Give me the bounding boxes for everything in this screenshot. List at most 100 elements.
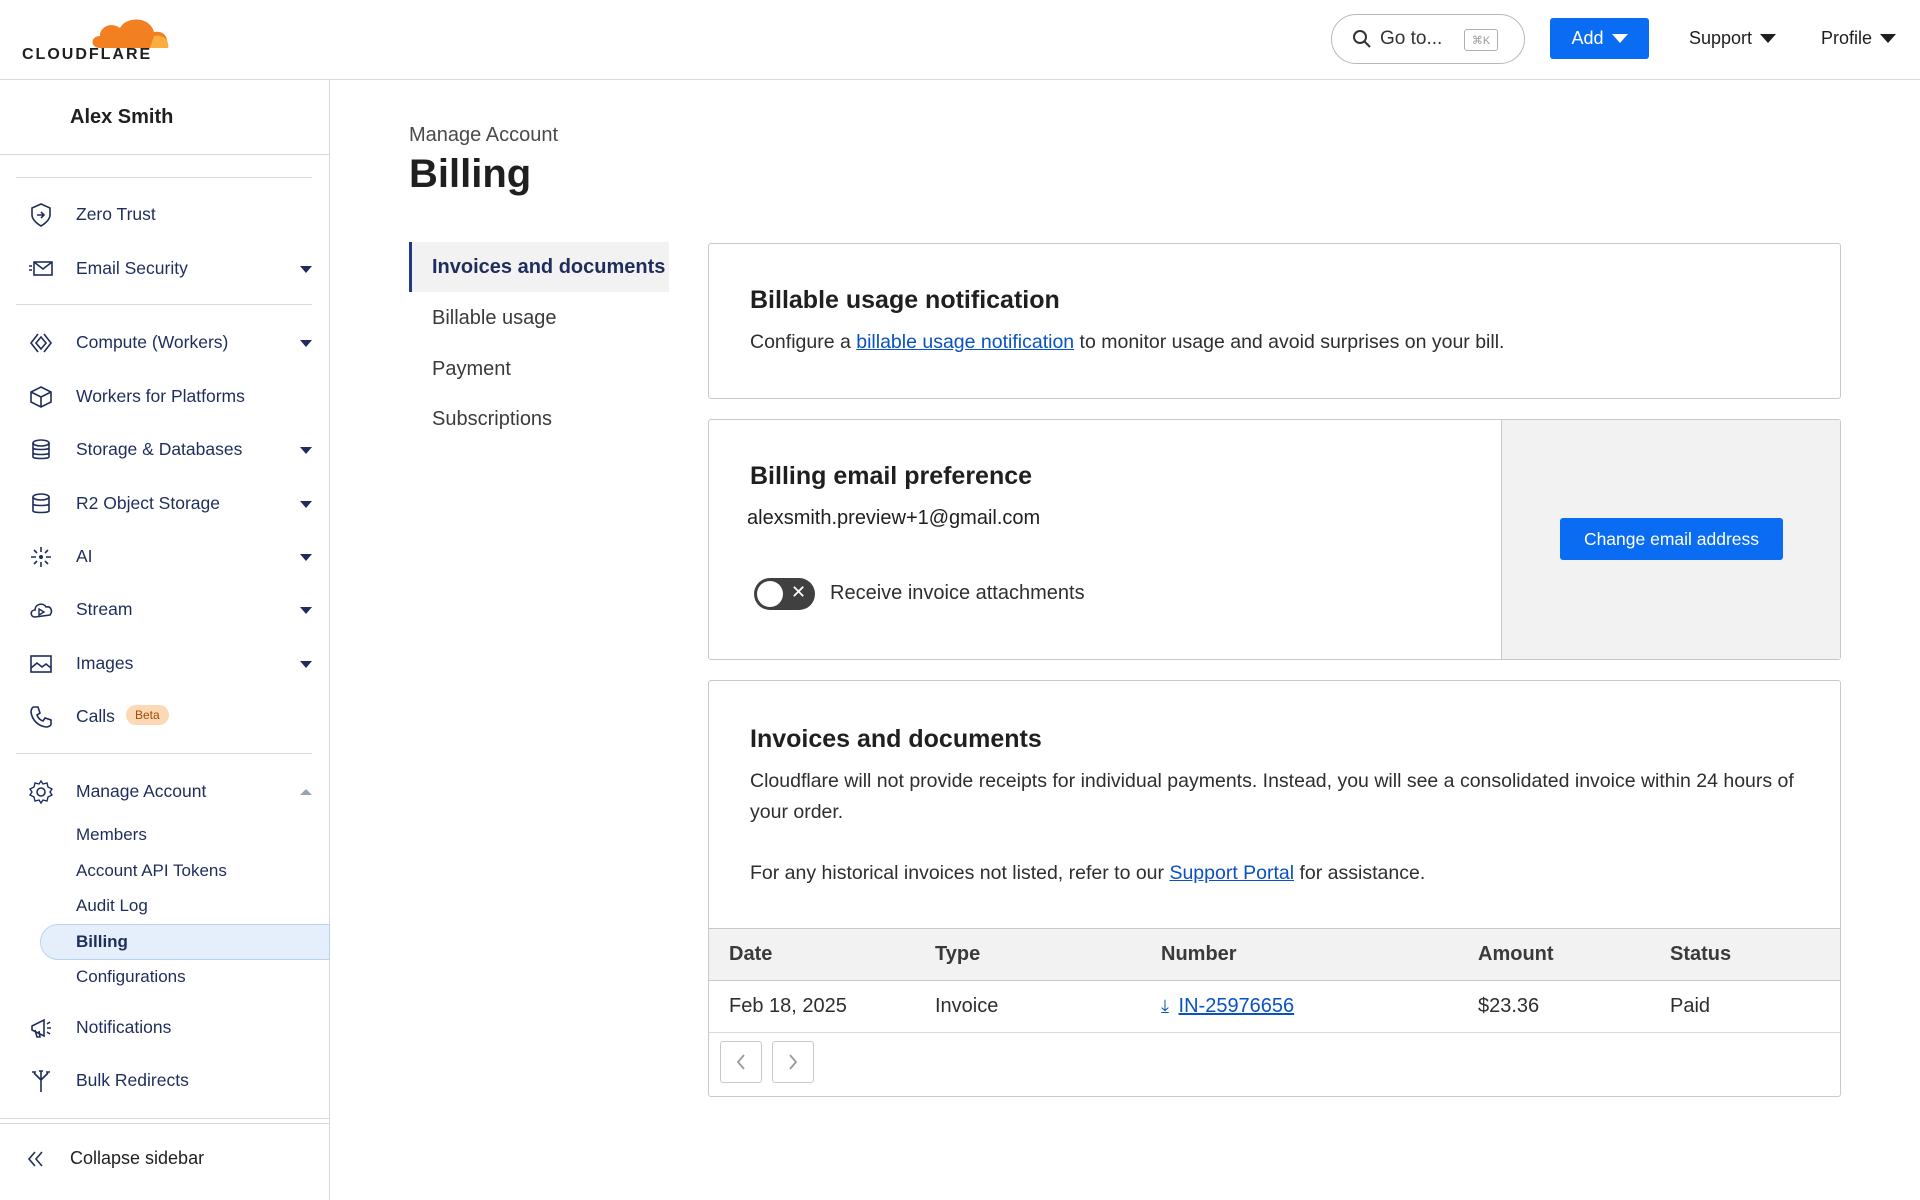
- invoice-number-link[interactable]: IN-25976656: [1179, 995, 1295, 1017]
- close-icon: ✕: [791, 582, 807, 602]
- divider: [16, 753, 312, 754]
- change-email-button[interactable]: Change email address: [1560, 518, 1783, 560]
- sidebar-item-label: Compute (Workers): [76, 331, 229, 352]
- beta-badge: Beta: [126, 705, 169, 725]
- chevron-down-icon[interactable]: [300, 266, 312, 273]
- sidebar-item-r2-object-storage[interactable]: R2 Object Storage: [0, 483, 329, 523]
- next-page-button[interactable]: [772, 1041, 814, 1083]
- column-header-date[interactable]: Date: [709, 928, 935, 981]
- chevron-down-icon[interactable]: [300, 447, 312, 454]
- profile-label: Profile: [1821, 28, 1873, 48]
- divider: [0, 1118, 329, 1119]
- divider: [0, 1123, 329, 1124]
- chevron-down-icon[interactable]: [300, 501, 312, 508]
- chevron-down-icon[interactable]: [300, 340, 312, 347]
- invoice-attachments-toggle[interactable]: ✕: [754, 578, 815, 610]
- subnav-subscriptions[interactable]: Subscriptions: [409, 394, 669, 444]
- table-header-row: Date Type Number Amount Status: [709, 928, 1840, 981]
- collapse-sidebar-button[interactable]: Collapse sidebar: [26, 1148, 204, 1169]
- collapse-sidebar-label: Collapse sidebar: [70, 1148, 205, 1168]
- megaphone-icon: [31, 1018, 51, 1038]
- sidebar-item-stream[interactable]: Stream: [0, 589, 329, 629]
- search-icon: [1353, 30, 1371, 48]
- goto-search[interactable]: Go to... ⌘K: [1331, 14, 1525, 64]
- invoices-table: Date Type Number Amount Status Feb 18, 2…: [709, 928, 1840, 1033]
- chevron-down-icon[interactable]: [300, 661, 312, 668]
- storage-icon: [32, 493, 50, 514]
- invoice-date: Feb 18, 2025: [709, 980, 935, 1033]
- card-title: Invoices and documents: [750, 725, 1042, 753]
- sidebar-item-label: Notifications: [76, 1016, 172, 1037]
- sparkle-icon: [31, 547, 51, 567]
- sidebar-item-label: Manage Account: [76, 780, 207, 801]
- add-button[interactable]: Add: [1550, 18, 1649, 59]
- sidebar-item-label: Bulk Redirects: [76, 1069, 189, 1090]
- subnav-payment[interactable]: Payment: [409, 344, 669, 394]
- support-note: For any historical invoices not listed, …: [750, 862, 1426, 884]
- sidebar-item-images[interactable]: Images: [0, 643, 329, 683]
- divider: [16, 177, 312, 178]
- add-button-label: Add: [1571, 28, 1604, 48]
- sidebar-item-label: AI: [76, 545, 93, 566]
- sidebar-item-label: Stream: [76, 598, 133, 619]
- page-title: Billing: [409, 152, 532, 196]
- invoice-number-cell: ⤓ IN-25976656: [1161, 980, 1478, 1033]
- sidebar-subitem-audit-log[interactable]: Audit Log: [76, 896, 148, 916]
- billable-usage-card: Billable usage notification Configure a …: [708, 243, 1841, 399]
- sidebar-item-bulk-redirects[interactable]: Bulk Redirects: [0, 1060, 329, 1100]
- cloud-play-icon: [30, 603, 53, 618]
- column-header-amount[interactable]: Amount: [1478, 928, 1670, 981]
- column-header-type[interactable]: Type: [935, 928, 1161, 981]
- billing-email-card: Billing email preference alexsmith.previ…: [708, 419, 1841, 660]
- redirect-icon: [32, 1070, 50, 1092]
- top-bar: CLOUDFLARE Go to... ⌘K Add Support Profi…: [0, 0, 1920, 80]
- support-label: Support: [1689, 28, 1753, 48]
- invoice-amount: $23.36: [1478, 980, 1670, 1033]
- email-security-icon: [29, 261, 53, 276]
- sidebar-subitem-configurations[interactable]: Configurations: [76, 967, 186, 987]
- subnav-billable-usage[interactable]: Billable usage: [409, 293, 669, 343]
- sidebar-item-compute-workers[interactable]: Compute (Workers): [0, 322, 329, 362]
- sidebar-item-zero-trust[interactable]: Zero Trust: [0, 194, 329, 234]
- chevron-up-icon[interactable]: [300, 789, 312, 795]
- sidebar-item-label: Workers for Platforms: [76, 385, 245, 406]
- sidebar-subitem-api-tokens[interactable]: Account API Tokens: [76, 861, 227, 881]
- sidebar-item-email-security[interactable]: Email Security: [0, 248, 329, 288]
- chevron-down-icon[interactable]: [300, 554, 312, 561]
- sidebar-item-calls[interactable]: Calls Beta: [0, 696, 329, 736]
- toggle-label: Receive invoice attachments: [830, 582, 1085, 604]
- sidebar-subitem-billing[interactable]: Billing: [76, 932, 128, 952]
- support-portal-link[interactable]: Support Portal: [1169, 862, 1294, 884]
- sidebar-item-manage-account[interactable]: Manage Account: [0, 771, 329, 811]
- chevron-down-icon[interactable]: [300, 607, 312, 614]
- column-header-status[interactable]: Status: [1670, 928, 1840, 981]
- double-chevron-left-icon: [27, 1150, 43, 1167]
- billable-usage-notification-link[interactable]: billable usage notification: [856, 331, 1074, 353]
- cloudflare-logo[interactable]: CLOUDFLARE: [20, 12, 169, 63]
- sidebar-item-label: Images: [76, 652, 134, 673]
- breadcrumb[interactable]: Manage Account: [409, 124, 558, 147]
- sidebar-item-label: Email Security: [76, 257, 188, 278]
- sidebar-item-workers-for-platforms[interactable]: Workers for Platforms: [0, 376, 329, 416]
- sidebar-item-label: Zero Trust: [76, 203, 156, 224]
- phone-icon: [30, 706, 52, 728]
- image-icon: [30, 655, 52, 673]
- account-name[interactable]: Alex Smith: [70, 106, 173, 129]
- sidebar-subitem-members[interactable]: Members: [76, 825, 147, 845]
- divider: [16, 304, 312, 305]
- sidebar-item-label: Storage & Databases: [76, 438, 243, 459]
- support-menu[interactable]: Support: [1689, 28, 1777, 49]
- sidebar-item-storage-databases[interactable]: Storage & Databases: [0, 429, 329, 469]
- download-icon[interactable]: ⤓: [1161, 996, 1169, 1016]
- cube-icon: [30, 386, 52, 408]
- subnav-invoices-documents[interactable]: Invoices and documents: [409, 242, 669, 292]
- profile-menu[interactable]: Profile: [1821, 28, 1897, 49]
- column-header-number[interactable]: Number: [1161, 928, 1478, 981]
- chevron-left-icon: [736, 1054, 745, 1070]
- sidebar-item-ai[interactable]: AI: [0, 536, 329, 576]
- previous-page-button[interactable]: [720, 1041, 762, 1083]
- card-title: Billable usage notification: [750, 286, 1060, 314]
- shortcut-hint: ⌘K: [1464, 29, 1498, 51]
- sidebar-item-notifications[interactable]: Notifications: [0, 1007, 329, 1047]
- invoice-status: Paid: [1670, 980, 1840, 1033]
